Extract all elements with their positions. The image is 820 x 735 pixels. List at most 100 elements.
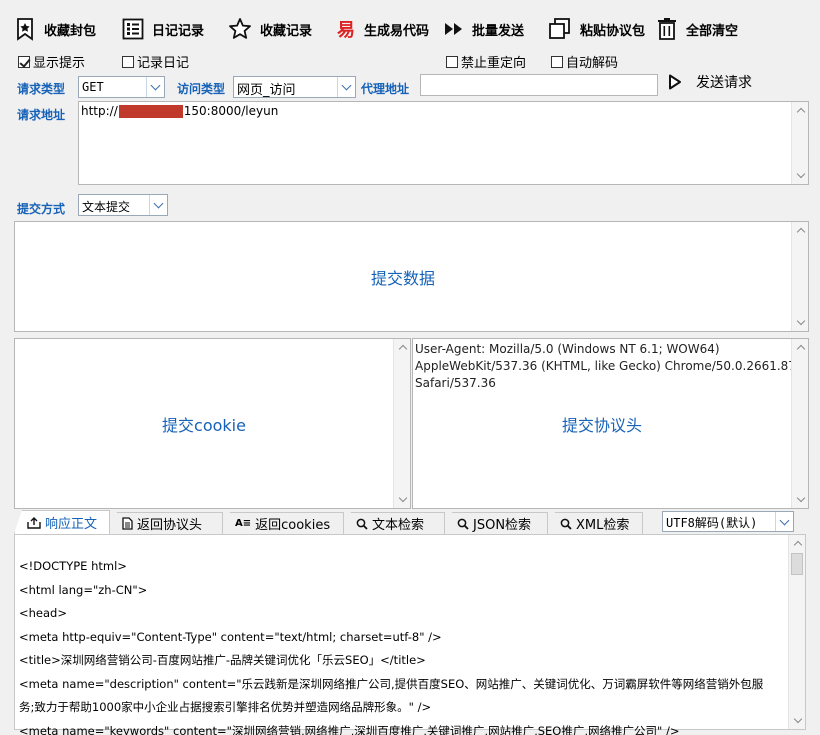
headers-content: User-Agent: Mozilla/5.0 (Windows NT 6.1;…	[415, 341, 796, 392]
chevron-down-icon[interactable]	[149, 195, 167, 215]
batch-send-label: 批量发送	[472, 23, 525, 39]
scroll-up-icon[interactable]	[394, 339, 411, 356]
request-type-label: 请求类型	[17, 82, 66, 96]
tab-label: 文本检索	[372, 518, 425, 533]
submit-cookie-textarea[interactable]: 提交cookie	[14, 338, 411, 509]
proxy-address-input[interactable]	[420, 74, 658, 96]
request-url-label: 请求地址	[17, 108, 66, 122]
tab-label: JSON检索	[473, 518, 532, 533]
response-code: <!DOCTYPE html> <html lang="zh-CN"> <hea…	[19, 555, 785, 735]
checkbox-box[interactable]	[551, 55, 563, 68]
document-icon	[122, 517, 133, 530]
send-request-label: 发送请求	[696, 75, 752, 91]
tab-xml-search[interactable]: XML检索	[547, 512, 643, 534]
tab-return-cookies[interactable]: A≡ 返回cookies	[222, 512, 344, 534]
search-icon	[356, 518, 368, 530]
proxy-address-label: 代理地址	[361, 82, 410, 96]
scroll-down-icon[interactable]	[792, 167, 809, 184]
log-record-button[interactable]: 日记记录	[122, 14, 204, 44]
access-type-label: 访问类型	[177, 82, 226, 96]
scroll-up-icon[interactable]	[792, 102, 809, 119]
paste-icon	[549, 18, 570, 39]
favorite-packet-button[interactable]: 收藏封包	[14, 14, 96, 44]
response-line: <!DOCTYPE html>	[19, 559, 127, 573]
tab-json-search[interactable]: JSON检索	[444, 512, 548, 534]
submit-headers-placeholder: 提交协议头	[561, 415, 642, 435]
chevron-down-icon[interactable]	[146, 77, 164, 97]
tab-response-body[interactable]: 响应正文	[14, 510, 110, 534]
scroll-up-icon[interactable]	[792, 222, 809, 239]
tab-label: XML检索	[576, 518, 630, 533]
clear-all-label: 全部清空	[686, 23, 739, 39]
access-type-select[interactable]: 网页_访问	[233, 76, 356, 98]
generate-code-label: 生成易代码	[364, 23, 430, 39]
chevron-down-icon[interactable]	[337, 77, 355, 97]
submit-method-value: 文本提交	[82, 200, 131, 214]
url-scrollbar[interactable]	[791, 102, 808, 184]
text-a-icon: A≡	[235, 518, 252, 529]
tab-text-search[interactable]: 文本检索	[343, 512, 445, 534]
paste-packet-button[interactable]: 粘贴协议包	[548, 14, 645, 44]
url-prefix: http://	[81, 104, 118, 118]
response-body-textarea[interactable]: <!DOCTYPE html> <html lang="zh-CN"> <hea…	[14, 534, 806, 735]
response-line: <meta http-equiv="Content-Type" content=…	[19, 629, 442, 644]
response-scrollbar[interactable]	[788, 535, 805, 729]
scroll-thumb[interactable]	[791, 553, 803, 575]
generate-code-button[interactable]: 易 生成易代码	[336, 14, 429, 44]
scroll-up-icon[interactable]	[789, 535, 806, 552]
scroll-down-icon[interactable]	[792, 491, 809, 508]
show-tips-checkbox[interactable]: 显示提示	[18, 52, 85, 71]
record-log-checkbox[interactable]: 记录日记	[122, 52, 189, 71]
cookie-scrollbar[interactable]	[393, 339, 410, 508]
favorites-label: 收藏记录	[260, 23, 313, 39]
request-url-input[interactable]: http:// 150:8000/leyun	[78, 101, 809, 185]
header-line: Safari/537.36	[415, 376, 496, 390]
encoding-value: UTF8解码(默认)	[666, 516, 758, 530]
show-tips-label: 显示提示	[33, 56, 86, 71]
log-record-label: 日记记录	[152, 23, 205, 39]
response-line: <meta name="keywords" content="深圳网络营销,网络…	[19, 723, 680, 735]
checkbox-box[interactable]	[18, 55, 30, 68]
list-icon	[122, 18, 144, 40]
search-icon	[560, 518, 572, 530]
submit-cookie-placeholder: 提交cookie	[162, 415, 246, 435]
tab-return-headers[interactable]: 返回协议头	[109, 512, 223, 534]
request-type-select[interactable]: GET	[78, 76, 165, 98]
request-type-value: GET	[82, 80, 104, 94]
response-line: <html lang="zh-CN">	[19, 582, 148, 597]
scroll-up-icon[interactable]	[792, 339, 809, 356]
auto-decode-checkbox[interactable]: 自动解码	[551, 52, 618, 71]
paste-packet-label: 粘贴协议包	[580, 23, 646, 39]
submit-data-placeholder: 提交数据	[370, 268, 435, 288]
scroll-down-icon[interactable]	[792, 314, 809, 331]
submit-data-textarea[interactable]: 提交数据	[14, 221, 809, 332]
scroll-down-icon[interactable]	[394, 491, 411, 508]
search-icon	[457, 518, 469, 530]
scroll-down-icon[interactable]	[789, 712, 806, 729]
bookmark-star-icon	[17, 18, 33, 41]
yi-logo-icon: 易	[337, 20, 355, 41]
clear-all-button[interactable]: 全部清空	[656, 14, 738, 44]
submit-headers-textarea[interactable]: User-Agent: Mozilla/5.0 (Windows NT 6.1;…	[412, 338, 809, 509]
favorite-packet-label: 收藏封包	[44, 23, 97, 39]
submit-method-label: 提交方式	[17, 202, 66, 216]
favorites-button[interactable]: 收藏记录	[228, 14, 312, 44]
tab-label: 返回协议头	[137, 518, 203, 533]
submit-method-select[interactable]: 文本提交	[78, 194, 168, 216]
star-icon	[229, 18, 251, 39]
response-line: <title>深圳网络营销公司-百度网站推广-品牌关键词优化「乐云SEO」</t…	[19, 653, 426, 667]
encoding-select[interactable]: UTF8解码(默认)	[662, 511, 794, 532]
response-tabs: 响应正文 返回协议头 A≡ 返回cookies 文本检索 JSON检索 XML检…	[14, 510, 643, 534]
play-icon	[669, 74, 681, 90]
chevron-down-icon[interactable]	[775, 512, 793, 531]
disable-redirect-checkbox[interactable]: 禁止重定向	[446, 52, 526, 71]
checkbox-box[interactable]	[446, 55, 458, 68]
send-request-button[interactable]: 发送请求	[668, 72, 752, 92]
record-log-label: 记录日记	[137, 56, 190, 71]
header-line: AppleWebKit/537.36 (KHTML, like Gecko) C…	[415, 359, 796, 373]
submit-data-scrollbar[interactable]	[791, 222, 808, 331]
headers-scrollbar[interactable]	[791, 339, 808, 508]
tab-label: 返回cookies	[255, 518, 331, 533]
checkbox-box[interactable]	[122, 55, 134, 68]
batch-send-button[interactable]: 批量发送	[444, 14, 524, 44]
